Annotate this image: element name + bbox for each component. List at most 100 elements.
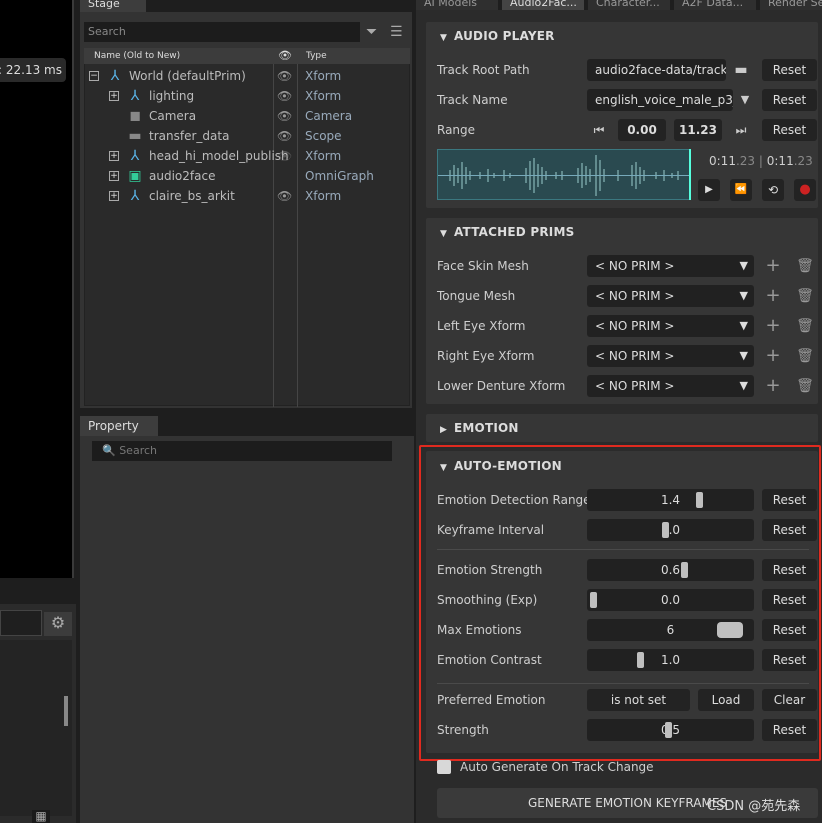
expand-icon[interactable]: + <box>109 191 119 201</box>
scrollbar[interactable] <box>64 696 68 726</box>
stage-tree-row[interactable]: + ⅄ lighting 👁 Xform <box>85 86 411 106</box>
prim-select[interactable]: < NO PRIM > ▼ <box>587 375 754 397</box>
tab-stage[interactable]: Stage <box>80 0 146 12</box>
range-end-field[interactable]: 11.23 <box>674 119 722 141</box>
playhead[interactable] <box>689 149 691 200</box>
stage-tree-row[interactable]: + ⅄ head_hi_model_publish 👁 Xform <box>85 146 411 166</box>
loop-icon[interactable]: ⟲ <box>762 179 784 201</box>
xform-icon: ⅄ <box>130 188 140 204</box>
visibility-eye-icon[interactable]: 👁 <box>277 86 292 106</box>
stage-tree-row[interactable]: − ⅄ World (defaultPrim) 👁 Xform <box>85 66 411 86</box>
prim-select-value: < NO PRIM > <box>595 319 675 333</box>
search-icon: 🔍 <box>102 444 116 457</box>
trash-icon[interactable]: 🗑 <box>796 376 814 396</box>
emotion-header[interactable]: ▶ EMOTION <box>440 421 519 435</box>
tab-character[interactable]: Character... <box>588 0 670 10</box>
left-search-input[interactable] <box>0 610 42 636</box>
play-icon[interactable]: ▶ <box>698 179 720 201</box>
prim-name: audio2face <box>149 169 216 183</box>
property-search-input[interactable]: 🔍 Search <box>92 441 392 461</box>
trash-icon[interactable]: 🗑 <box>796 316 814 336</box>
expand-icon[interactable]: + <box>109 151 119 161</box>
camera-icon: ◼ <box>129 108 141 124</box>
prim-select[interactable]: < NO PRIM > ▼ <box>587 345 754 367</box>
rewind-icon[interactable]: ⏪ <box>730 179 752 201</box>
left-list <box>0 640 72 816</box>
tab-audio2face[interactable]: Audio2Fac... <box>502 0 584 10</box>
prim-select[interactable]: < NO PRIM > ▼ <box>587 315 754 337</box>
viewport[interactable] <box>0 0 74 578</box>
stage-search-input[interactable]: Search <box>84 22 360 42</box>
expand-icon[interactable]: + <box>109 91 119 101</box>
record-icon[interactable]: ● <box>794 179 816 201</box>
gear-icon[interactable]: ⚙ <box>44 612 72 636</box>
chevron-down-icon: ▼ <box>739 259 748 272</box>
time-readout: 0:11.23 | 0:11.23 <box>709 154 813 168</box>
filter-icon[interactable]: ⏷ <box>366 22 382 42</box>
expand-icon[interactable]: + <box>109 171 119 181</box>
trash-icon[interactable]: 🗑 <box>796 346 814 366</box>
stage-tree-row[interactable]: + ⅄ claire_bs_arkit 👁 Xform <box>85 186 411 206</box>
prim-name: transfer_data <box>149 129 230 143</box>
prim-select-value: < NO PRIM > <box>595 349 675 363</box>
stage-tree-row[interactable]: ▬ transfer_data 👁 Scope <box>85 126 411 146</box>
prim-type: Camera <box>305 109 353 123</box>
xform-icon: ⅄ <box>130 88 140 104</box>
add-icon[interactable]: + <box>764 256 782 276</box>
visibility-eye-icon[interactable]: 👁 <box>277 106 292 126</box>
auto-generate-label: Auto Generate On Track Change <box>460 760 654 774</box>
add-icon[interactable]: + <box>764 286 782 306</box>
add-icon[interactable]: + <box>764 376 782 396</box>
left-bottom-panel: ⚙ <box>0 604 76 823</box>
prim-type: Xform <box>305 69 342 83</box>
reset-track-name-button[interactable]: Reset <box>762 89 817 111</box>
add-icon[interactable]: + <box>764 346 782 366</box>
collapse-triangle-icon: ▼ <box>440 229 448 239</box>
col-type-header[interactable]: Type <box>306 51 327 61</box>
stage-tree-row[interactable]: + ▣ audio2face OmniGraph <box>85 166 411 186</box>
skip-end-icon[interactable]: ⏭ <box>732 120 750 140</box>
grid-icon[interactable]: ▦ <box>32 810 50 823</box>
prim-type: Xform <box>305 149 342 163</box>
reset-track-root-button[interactable]: Reset <box>762 59 817 81</box>
visibility-eye-icon[interactable]: 👁 <box>277 186 292 206</box>
chevron-down-icon: ▼ <box>739 319 748 332</box>
skip-start-icon[interactable]: ⏮ <box>590 120 608 140</box>
prim-name: claire_bs_arkit <box>149 189 235 203</box>
visibility-eye-icon[interactable]: 👁 <box>277 126 292 146</box>
track-name-field[interactable]: english_voice_male_p3_ar <box>587 89 733 111</box>
audio-waveform[interactable] <box>437 149 691 200</box>
tab-property[interactable]: Property <box>80 416 158 436</box>
col-name-header[interactable]: Name (Old to New) <box>94 51 180 61</box>
trash-icon[interactable]: 🗑 <box>796 286 814 306</box>
track-root-field[interactable]: audio2face-data/tracks <box>587 59 726 81</box>
collapse-icon[interactable]: − <box>89 71 99 81</box>
stage-tree-row[interactable]: ◼ Camera 👁 Camera <box>85 106 411 126</box>
prim-select[interactable]: < NO PRIM > ▼ <box>587 285 754 307</box>
reset-range-button[interactable]: Reset <box>762 119 817 141</box>
tab-a2f-data[interactable]: A2F Data... <box>674 0 756 10</box>
highlight-box <box>419 445 821 761</box>
prim-name: head_hi_model_publish <box>149 149 289 163</box>
frame-time-stat: : 22.13 ms <box>0 58 66 82</box>
auto-generate-checkbox[interactable] <box>437 760 451 774</box>
range-start-field[interactable]: 0.00 <box>618 119 666 141</box>
tab-ai-models[interactable]: AI Models <box>416 0 498 10</box>
chevron-down-icon[interactable]: ▼ <box>736 90 754 110</box>
stage-tree-header: Name (Old to New) 👁 Type <box>84 48 410 64</box>
right-tabs: AI Models Audio2Fac... Character... A2F … <box>416 0 822 10</box>
chevron-down-icon: ▼ <box>739 289 748 302</box>
trash-icon[interactable]: 🗑 <box>796 256 814 276</box>
menu-icon[interactable]: ☰ <box>390 22 406 42</box>
tab-render-settings[interactable]: Render Se... <box>760 0 822 10</box>
prim-select-value: < NO PRIM > <box>595 289 675 303</box>
prim-select[interactable]: < NO PRIM > ▼ <box>587 255 754 277</box>
visibility-eye-icon[interactable]: 👁 <box>277 66 292 86</box>
visibility-eye-icon[interactable]: 👁 <box>277 146 292 166</box>
prim-type: Xform <box>305 189 342 203</box>
add-icon[interactable]: + <box>764 316 782 336</box>
attached-prims-header[interactable]: ▼ ATTACHED PRIMS <box>440 225 574 239</box>
track-name-label: Track Name <box>437 93 508 107</box>
folder-icon[interactable]: ▬ <box>732 60 750 80</box>
audio-player-header[interactable]: ▼ AUDIO PLAYER <box>440 29 555 43</box>
